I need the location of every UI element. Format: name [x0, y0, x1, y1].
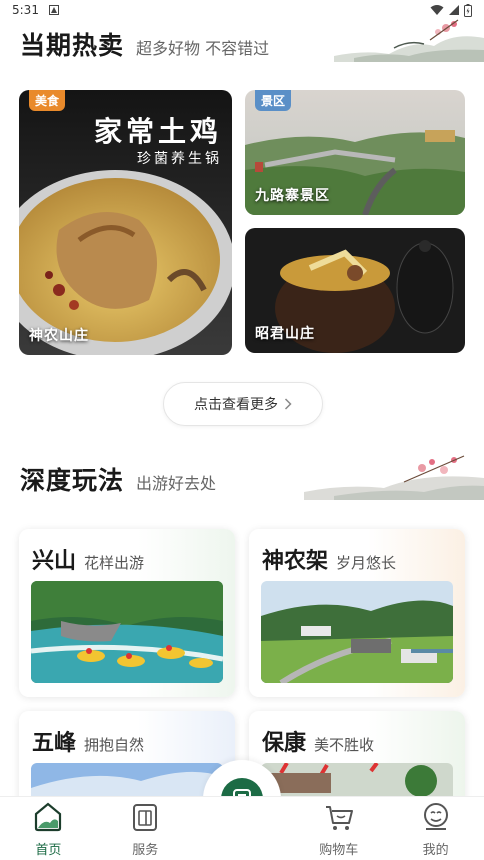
play-card-subtitle: 拥抱自然 — [84, 736, 145, 754]
hot-card-pot[interactable]: 昭君山庄 — [245, 228, 465, 353]
deep-section-header: 深度玩法 出游好去处 — [20, 461, 216, 497]
deep-section-subtitle: 出游好去处 — [136, 474, 217, 493]
tab-spacer — [194, 797, 291, 860]
play-card-subtitle: 美不胜收 — [314, 736, 375, 754]
play-card-subtitle: 花样出游 — [84, 554, 145, 572]
tab-service-label: 服务 — [132, 843, 159, 858]
view-more-label: 点击查看更多 — [194, 397, 278, 413]
hot-card-overlay-subtitle: 珍菌养生锅 — [137, 151, 222, 167]
profile-icon — [423, 803, 448, 830]
play-card-image — [261, 581, 453, 683]
play-card-image — [31, 581, 223, 683]
status-time: 5:31 — [12, 3, 39, 17]
play-card-title: 五峰 — [32, 731, 77, 756]
landscape-painting-icon — [334, 19, 484, 62]
hot-card-label: 昭君山庄 — [255, 326, 315, 342]
hot-card-chicken[interactable]: 家常土鸡 珍菌养生锅 美食 神农山庄 — [19, 90, 232, 355]
view-more-button[interactable]: 点击查看更多 — [163, 382, 323, 426]
tab-home[interactable]: 首页 — [0, 797, 97, 860]
tab-profile[interactable]: 我的 — [387, 797, 484, 860]
service-icon — [133, 804, 158, 831]
landscape-painting-icon — [304, 455, 484, 500]
tab-cart[interactable]: 购物车 — [290, 797, 387, 860]
tab-cart-label: 购物车 — [319, 843, 359, 858]
chevron-right-icon — [284, 398, 292, 410]
hot-section-header: 当期热卖 超多好物 不容错过 — [20, 26, 269, 62]
bottom-tab-bar: 首页 服务 购物车 我的 — [0, 796, 484, 860]
play-card-subtitle: 岁月悠长 — [336, 554, 397, 572]
notification-icon — [48, 5, 59, 15]
play-card-title: 保康 — [262, 731, 307, 756]
hot-section-title: 当期热卖 — [20, 31, 125, 60]
play-card-xingshan[interactable]: 兴山 花样出游 — [19, 529, 235, 697]
hot-card-tag: 景区 — [255, 90, 292, 111]
hot-section-subtitle: 超多好物 不容错过 — [136, 39, 270, 58]
hot-card-overlay-title: 家常土鸡 — [93, 115, 222, 148]
home-icon — [35, 802, 62, 832]
tab-home-label: 首页 — [35, 843, 62, 858]
tab-profile-label: 我的 — [422, 843, 449, 858]
hot-card-label: 九路寨景区 — [255, 188, 330, 204]
play-card-title: 兴山 — [32, 549, 77, 574]
hot-card-tag: 美食 — [29, 90, 66, 111]
hot-card-label: 神农山庄 — [29, 328, 89, 344]
tab-service[interactable]: 服务 — [97, 797, 194, 860]
cart-icon — [325, 806, 353, 830]
play-card-shennongjia[interactable]: 神农架 岁月悠长 — [249, 529, 465, 697]
hot-card-scenic[interactable]: 景区 九路寨景区 — [245, 90, 465, 215]
play-card-title: 神农架 — [262, 549, 329, 574]
deep-section-title: 深度玩法 — [20, 466, 125, 495]
